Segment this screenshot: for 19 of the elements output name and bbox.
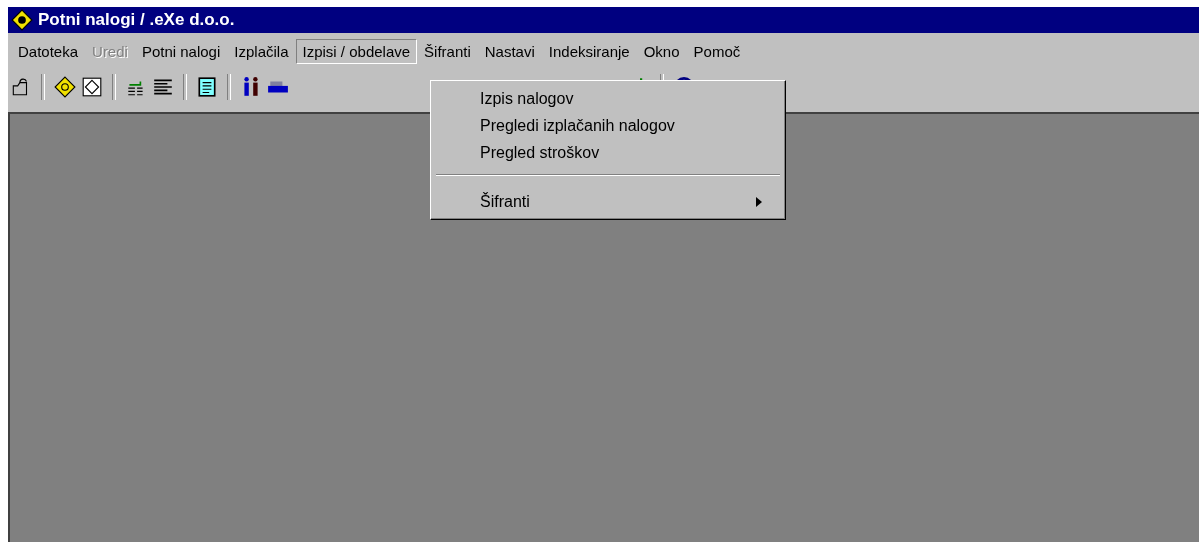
document-icon[interactable] — [196, 76, 218, 98]
diamond-icon[interactable] — [54, 76, 76, 98]
window-title: Potni nalogi / .eXe d.o.o. — [38, 10, 235, 30]
menu-item[interactable]: Potni nalogi — [134, 38, 228, 64]
diamond-frame-icon[interactable] — [81, 76, 103, 98]
menu-item[interactable]: Pregledi izplačanih nalogov — [434, 112, 782, 139]
submenu-item[interactable]: Šifranti — [434, 188, 782, 215]
menu-item[interactable]: Okno — [636, 38, 687, 64]
menu-item[interactable]: Šifranti — [417, 38, 478, 64]
menu-item[interactable]: Izpisi / obdelave — [295, 38, 418, 64]
app-icon — [11, 9, 33, 31]
submenu-arrow-icon — [756, 196, 762, 207]
menu-item[interactable]: Pomoč — [686, 38, 748, 64]
menu-item[interactable]: Izplačila — [227, 38, 296, 64]
menu-item[interactable]: Nastavi — [477, 38, 542, 64]
menu-item[interactable]: Pregled stroškov — [434, 139, 782, 166]
menu-item[interactable]: Datoteka — [11, 38, 86, 64]
menu-item[interactable]: Izpis nalogov — [434, 85, 782, 112]
menu-item[interactable]: Indeksiranje — [541, 38, 637, 64]
